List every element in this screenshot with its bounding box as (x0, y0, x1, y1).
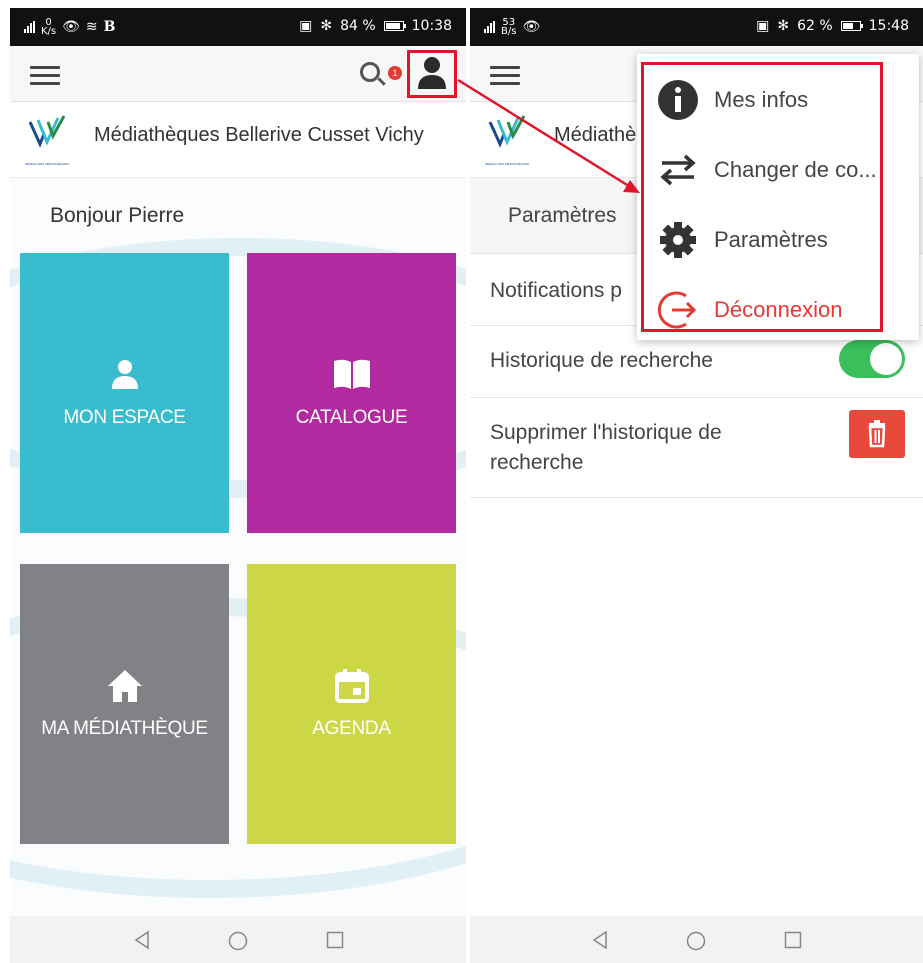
battery-percent: 62 % (797, 18, 833, 34)
menu-item-deconnexion[interactable]: Déconnexion (644, 275, 880, 345)
highlight-frame: Mes infos Changer de co... Paramètres Dé… (641, 62, 883, 332)
menu-icon[interactable] (30, 66, 60, 86)
info-icon (658, 80, 698, 120)
user-icon (418, 57, 446, 89)
tile-label: MON ESPACE (63, 407, 186, 428)
signal-icon (24, 21, 35, 33)
user-dropdown-menu: Mes infos Changer de co... Paramètres Dé… (637, 54, 919, 340)
android-nav-bar (470, 916, 923, 963)
library-header: RÉSEAU DES MÉDIATHÈQUES Médiathèques Bel… (10, 102, 466, 178)
setting-label: Notifications p (490, 279, 622, 302)
bold-b-icon: B (103, 19, 116, 35)
eye-icon: 👁 (62, 19, 80, 35)
clock: 15:48 (868, 18, 909, 34)
status-bar: 53 B/s 👁 ▣ ✻ 62 % 15:48 (470, 8, 923, 46)
tile-label: MA MÉDIATHÈQUE (41, 718, 208, 739)
network-speed: 53 B/s (501, 17, 517, 37)
signal-icon (484, 21, 495, 33)
calendar-icon (334, 668, 370, 709)
house-icon (106, 668, 144, 709)
status-bar: 0 K/s 👁 ≋ B ▣ ✻ 84 % 10:38 (10, 8, 466, 46)
search-icon[interactable] (360, 62, 386, 88)
user-account-button[interactable] (407, 50, 457, 98)
home-screen: 0 K/s 👁 ≋ B ▣ ✻ 84 % 10:38 1 RÉSEAU DES … (10, 0, 466, 963)
library-name: Médiathè (554, 124, 637, 146)
menu-item-changer-compte[interactable]: Changer de co... (644, 135, 880, 205)
bluetooth-icon: ✻ (777, 18, 790, 34)
android-nav-bar (10, 916, 466, 963)
search-history-toggle[interactable] (839, 340, 905, 378)
page-title: Paramètres (508, 204, 617, 227)
menu-icon[interactable] (490, 66, 520, 86)
gear-icon (660, 222, 696, 258)
app-bar: 1 (10, 46, 466, 102)
menu-item-parametres[interactable]: Paramètres (644, 205, 880, 275)
nfc-icon: ▣ (756, 18, 770, 34)
delete-history-button[interactable] (849, 410, 905, 458)
book-icon (332, 357, 372, 396)
library-logo: RÉSEAU DES MÉDIATHÈQUES (478, 110, 536, 170)
battery-icon (840, 21, 863, 31)
back-icon[interactable] (134, 931, 150, 949)
setting-delete-history: Supprimer l'historique de recherche (470, 398, 923, 498)
swap-arrows-icon (660, 154, 696, 186)
network-speed: 0 K/s (41, 17, 57, 37)
tile-catalogue[interactable]: CATALOGUE (247, 253, 456, 533)
library-name: Médiathèques Bellerive Cusset Vichy (94, 124, 424, 146)
menu-item-label: Paramètres (714, 227, 828, 252)
logout-icon (657, 291, 697, 329)
recents-icon[interactable] (326, 931, 344, 949)
trash-icon (868, 420, 886, 448)
recents-icon[interactable] (784, 931, 802, 949)
menu-item-mes-infos[interactable]: Mes infos (644, 65, 880, 135)
eye-icon: 👁 (522, 19, 541, 35)
menu-item-label: Déconnexion (714, 297, 843, 322)
battery-icon (383, 21, 406, 31)
back-icon[interactable] (592, 931, 608, 949)
menu-item-label: Changer de co... (714, 157, 877, 182)
greeting: Bonjour Pierre (50, 204, 185, 227)
person-icon (108, 357, 142, 396)
tile-label: CATALOGUE (295, 407, 408, 428)
tile-label: AGENDA (312, 718, 391, 739)
library-logo: RÉSEAU DES MÉDIATHÈQUES (18, 110, 76, 170)
setting-label: Historique de recherche (490, 349, 713, 372)
tile-ma-mediatheque[interactable]: MA MÉDIATHÈQUE (20, 564, 229, 844)
clock: 10:38 (411, 18, 452, 34)
settings-screen: 53 B/s 👁 ▣ ✻ 62 % 15:48 RÉSEAU DES MÉDIAT… (470, 0, 923, 963)
battery-percent: 84 % (340, 18, 376, 34)
home-content: Bonjour Pierre MON ESPACE CATALOGUE MA M… (10, 178, 466, 916)
wifi-icon: ≋ (85, 19, 98, 35)
tile-agenda[interactable]: AGENDA (247, 564, 456, 844)
tile-mon-espace[interactable]: MON ESPACE (20, 253, 229, 533)
menu-item-label: Mes infos (714, 87, 809, 112)
bluetooth-icon: ✻ (320, 18, 333, 34)
notification-badge: 1 (388, 66, 402, 80)
home-icon[interactable] (228, 931, 248, 951)
nfc-icon: ▣ (299, 18, 313, 34)
home-icon[interactable] (686, 931, 706, 951)
setting-label: Supprimer l'historique de recherche (490, 421, 722, 474)
